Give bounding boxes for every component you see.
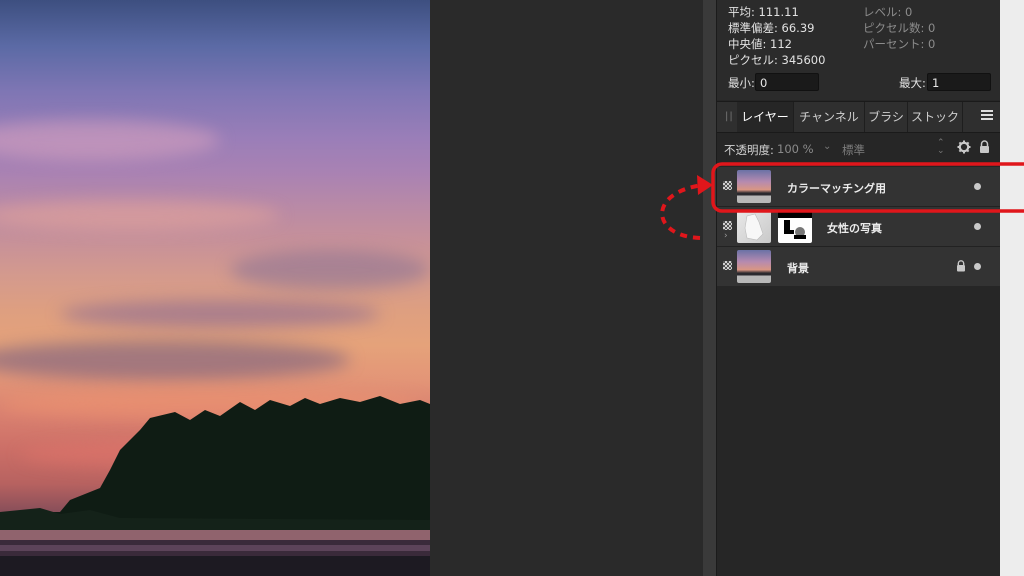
tab-channels[interactable]: チャンネル <box>794 102 865 132</box>
opacity-value[interactable]: 100 % <box>777 142 814 156</box>
min-label: 最小: <box>728 76 755 90</box>
checker-icon <box>723 261 732 270</box>
stat-level: レベル: 0 <box>863 5 913 19</box>
menu-icon[interactable] <box>981 110 993 120</box>
stat-percent: パーセント: 0 <box>863 37 936 51</box>
layer-options-row: 不透明度: 100 % ⌄ 標準 ⌃ ⌄ <box>717 132 1001 164</box>
gear-icon[interactable] <box>957 140 971 154</box>
layer-row-background[interactable]: 背景 <box>717 247 1001 287</box>
stat-std-dev: 標準偏差: 66.39 <box>728 21 815 35</box>
lock-icon[interactable] <box>979 140 990 154</box>
canvas-background <box>430 0 703 576</box>
checker-icon <box>723 181 732 190</box>
studio-panel: 平均: 111.11 標準偏差: 66.39 中央値: 112 ピクセル: 34… <box>716 0 1001 576</box>
blend-mode-select[interactable]: 標準 <box>842 142 865 158</box>
tree-silhouette <box>0 396 430 576</box>
canvas-photo[interactable] <box>0 0 430 576</box>
tab-brushes[interactable]: ブラシ <box>865 102 908 132</box>
vertical-scrollbar[interactable] <box>703 0 716 576</box>
layer-name: 女性の写真 <box>827 222 882 235</box>
layer-row-woman-photo[interactable]: › 女性の写真 <box>717 207 1001 247</box>
opacity-label: 不透明度: <box>724 143 774 157</box>
layer-name: カラーマッチング用 <box>787 182 886 195</box>
visibility-dot-icon[interactable] <box>974 263 981 270</box>
layer-thumbnail <box>737 210 771 243</box>
visibility-dot-icon[interactable] <box>974 183 981 190</box>
max-input[interactable]: 1 <box>927 73 991 91</box>
min-input[interactable]: 0 <box>755 73 819 91</box>
layer-thumbnail <box>737 250 771 283</box>
window-edge <box>1000 0 1024 576</box>
stat-median: 中央値: 112 <box>728 37 792 51</box>
lock-icon[interactable] <box>956 260 966 272</box>
chevron-down-icon[interactable]: ⌄ <box>823 141 831 152</box>
max-label: 最大: <box>899 76 926 90</box>
layers-empty-area <box>717 286 1001 576</box>
grip-icon[interactable]: || <box>725 111 734 122</box>
layer-name: 背景 <box>787 262 809 275</box>
tab-stock[interactable]: ストック <box>908 102 963 132</box>
histogram-stats: 平均: 111.11 標準偏差: 66.39 中央値: 112 ピクセル: 34… <box>717 0 1001 100</box>
stat-pixel-count: ピクセル数: 0 <box>863 21 936 35</box>
visibility-dot-icon[interactable] <box>974 223 981 230</box>
expand-arrow-icon[interactable]: › <box>724 231 728 241</box>
updown-arrows-icon[interactable]: ⌃ ⌄ <box>937 139 945 156</box>
checker-icon <box>723 221 732 230</box>
stat-pixels: ピクセル: 345600 <box>728 53 826 67</box>
layer-mask-thumbnail[interactable] <box>778 210 812 243</box>
layer-thumbnail <box>737 170 771 203</box>
panel-tab-bar: || レイヤー チャンネル ブラシ ストック <box>717 101 1001 133</box>
layer-row-color-matching[interactable]: カラーマッチング用 <box>717 167 1001 207</box>
tab-layers[interactable]: レイヤー <box>737 102 794 132</box>
stat-mean: 平均: 111.11 <box>728 5 799 19</box>
